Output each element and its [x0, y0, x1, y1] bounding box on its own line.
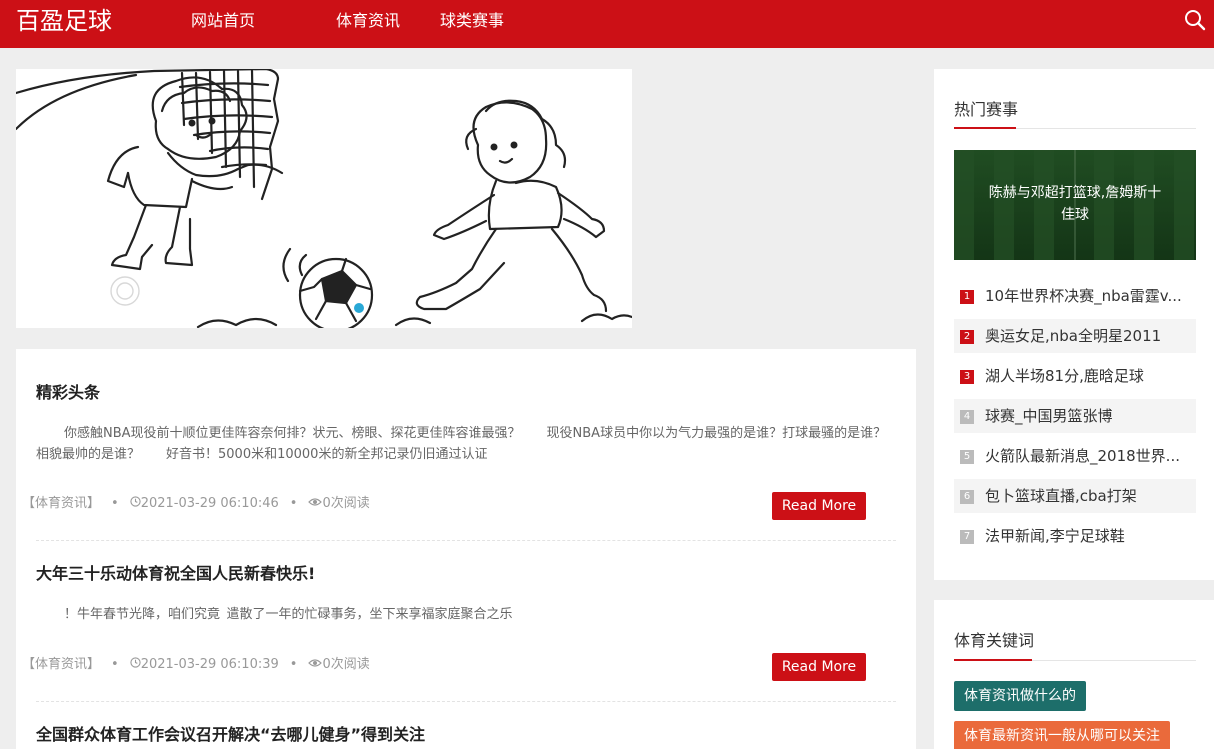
- rank-badge: 6: [960, 490, 974, 504]
- article-meta: 【体育资讯】 • 2021-03-29 06:10:46 • 0次阅读: [22, 495, 370, 514]
- hot-list-item[interactable]: 1 10年世界杯决赛_nba雷霆v...: [954, 279, 1196, 313]
- hot-events-widget: 热门赛事 陈赫与邓超打篮球,詹姆斯十佳球 1 10年世界杯决赛_nba雷霆v..…: [934, 69, 1214, 580]
- hot-item-title: 湖人半场81分,鹿晗足球: [985, 367, 1144, 385]
- widget-title: 热门赛事: [954, 100, 1019, 119]
- rank-badge: 7: [960, 530, 974, 544]
- nav-item-home[interactable]: 网站首页: [191, 11, 255, 31]
- hot-item-title: 火箭队最新消息_2018世界...: [985, 447, 1180, 465]
- article-meta: 【体育资讯】 • 2021-03-29 06:10:39 • 0次阅读: [22, 656, 370, 675]
- article-card: 大年三十乐动体育祝全国人民新春快乐! ！牛年春节光降，咱们究竟 遣散了一年的忙碌…: [36, 563, 896, 625]
- article-list: 精彩头条 你感触NBA现役前十顺位更佳阵容奈何排？状元、榜眼、探花更佳阵容谁最强…: [16, 349, 916, 749]
- article-date: 2021-03-29 06:10:39: [140, 657, 279, 672]
- hot-list-item[interactable]: 2 奥运女足,nba全明星2011: [954, 319, 1196, 353]
- rank-badge: 2: [960, 330, 974, 344]
- article-date: 2021-03-29 06:10:46: [140, 496, 279, 511]
- rank-badge: 4: [960, 410, 974, 424]
- clock-icon: [130, 656, 141, 674]
- hot-list-item[interactable]: 7 法甲新闻,李宁足球鞋: [954, 519, 1196, 553]
- meta-separator: •: [289, 657, 298, 672]
- hot-item-title: 法甲新闻,李宁足球鞋: [985, 527, 1125, 545]
- hot-list-item[interactable]: 5 火箭队最新消息_2018世界...: [954, 439, 1196, 473]
- eye-icon: [308, 656, 323, 674]
- rank-badge: 5: [960, 450, 974, 464]
- meta-separator: •: [111, 496, 119, 511]
- meta-separator: •: [289, 496, 298, 511]
- eye-icon: [308, 495, 323, 513]
- article-excerpt: ！牛年春节光降，咱们究竟 遣散了一年的忙碌事务，坐下来享福家庭聚合之乐: [64, 607, 513, 622]
- article-title[interactable]: 精彩头条: [36, 382, 896, 404]
- article-category[interactable]: 【体育资讯】: [22, 495, 100, 513]
- article-category[interactable]: 【体育资讯】: [22, 656, 100, 674]
- keyword-tag[interactable]: 体育最新资讯一般从哪可以关注: [954, 721, 1170, 749]
- widget-title-accent: [954, 659, 1032, 661]
- search-icon[interactable]: [1183, 8, 1207, 32]
- rank-badge: 1: [960, 290, 974, 304]
- rank-badge: 3: [960, 370, 974, 384]
- keywords-widget: 体育关键词 体育资讯做什么的 体育最新资讯一般从哪可以关注: [934, 600, 1214, 749]
- clock-icon: [130, 495, 141, 513]
- site-logo[interactable]: 百盈足球: [16, 6, 112, 36]
- hot-item-title: 包卜篮球直播,cba打架: [985, 487, 1137, 505]
- hot-item-title: 奥运女足,nba全明星2011: [985, 327, 1162, 345]
- article-views: 0次阅读: [322, 496, 370, 511]
- featured-event-title: 陈赫与邓超打篮球,詹姆斯十佳球: [988, 185, 1162, 223]
- read-more-button[interactable]: Read More: [772, 653, 866, 681]
- hot-list-item[interactable]: 4 球赛_中国男篮张博: [954, 399, 1196, 433]
- article-title[interactable]: 全国群众体育工作会议召开解决“去哪儿健身”得到关注: [36, 724, 896, 746]
- widget-title: 体育关键词: [954, 631, 1035, 650]
- nav-item-sports-news[interactable]: 体育资讯: [336, 11, 400, 31]
- meta-separator: •: [111, 657, 119, 672]
- read-more-button[interactable]: Read More: [772, 492, 866, 520]
- nav-item-ball-events[interactable]: 球类赛事: [440, 11, 504, 31]
- hot-list-item[interactable]: 6 包卜篮球直播,cba打架: [954, 479, 1196, 513]
- hot-list-item[interactable]: 3 湖人半场81分,鹿晗足球: [954, 359, 1196, 393]
- article-views: 0次阅读: [322, 657, 370, 672]
- widget-title-accent: [954, 127, 1016, 129]
- article-excerpt: 你感触NBA现役前十顺位更佳阵容奈何排？状元、榜眼、探花更佳阵容谁最强？ 现役N…: [36, 426, 887, 462]
- banner-illustration[interactable]: [16, 69, 632, 328]
- featured-event-image[interactable]: 陈赫与邓超打篮球,詹姆斯十佳球: [954, 150, 1196, 260]
- keyword-tag[interactable]: 体育资讯做什么的: [954, 681, 1086, 711]
- article-title[interactable]: 大年三十乐动体育祝全国人民新春快乐!: [36, 563, 896, 585]
- hot-item-title: 10年世界杯决赛_nba雷霆v...: [985, 287, 1182, 305]
- article-card: 精彩头条 你感触NBA现役前十顺位更佳阵容奈何排？状元、榜眼、探花更佳阵容谁最强…: [36, 382, 896, 465]
- article-card: 全国群众体育工作会议召开解决“去哪儿健身”得到关注: [36, 724, 896, 746]
- top-navbar: 百盈足球 网站首页 体育资讯 球类赛事: [0, 0, 1214, 48]
- hot-item-title: 球赛_中国男篮张博: [985, 407, 1113, 425]
- article-divider: [36, 701, 896, 702]
- article-divider: [36, 540, 896, 541]
